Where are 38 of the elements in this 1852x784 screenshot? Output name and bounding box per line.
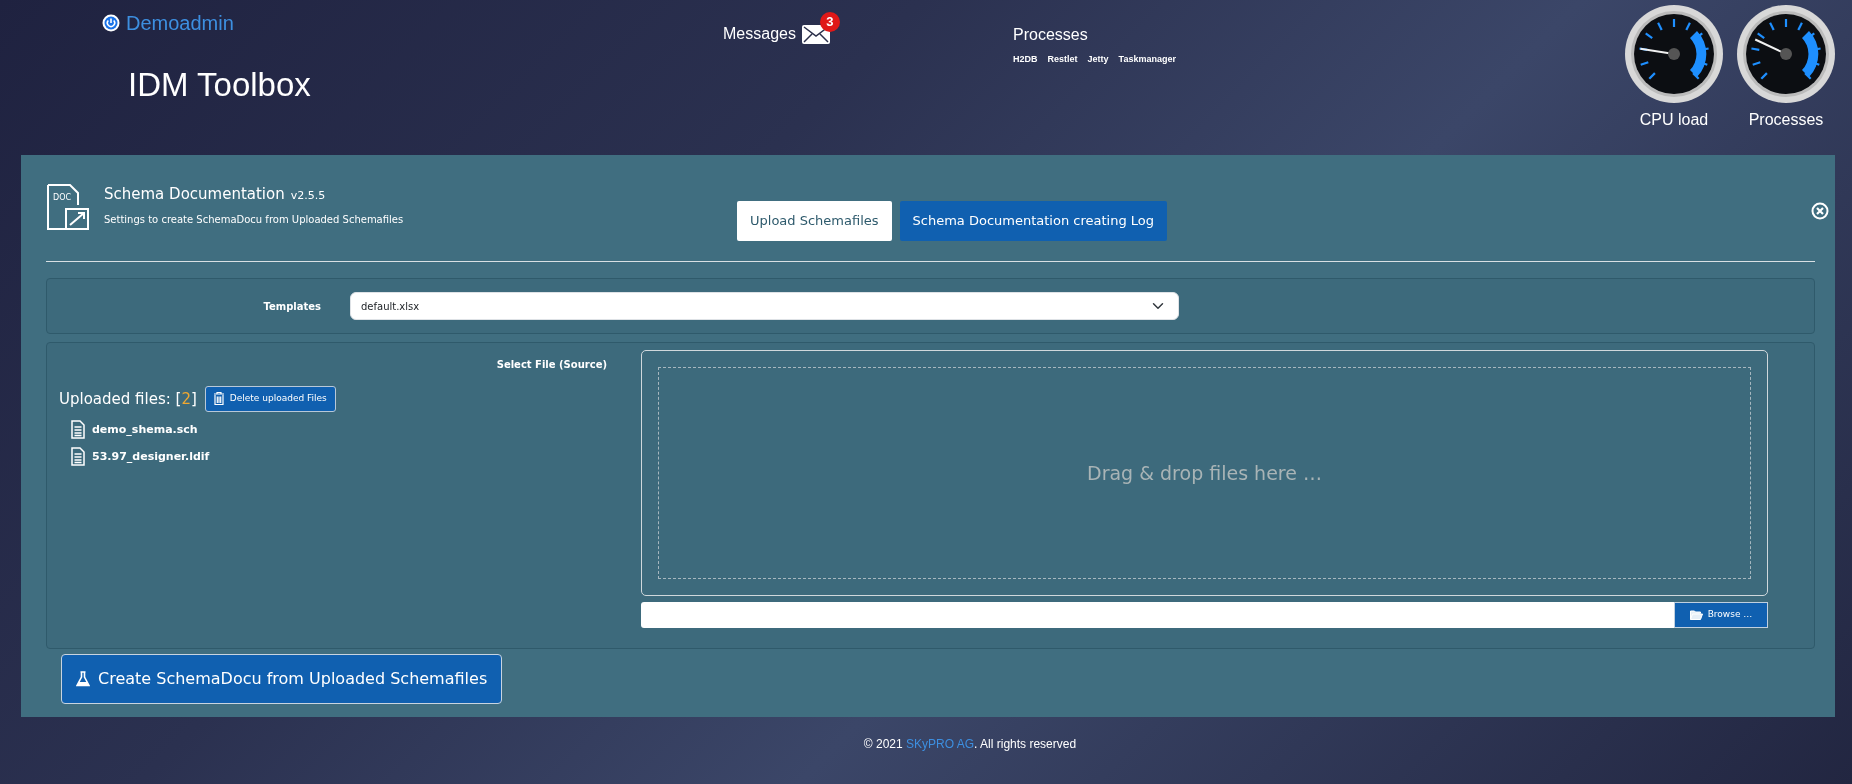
process-link[interactable]: Taskmanager	[1118, 53, 1176, 67]
file-icon	[71, 446, 85, 466]
power-icon	[102, 14, 120, 32]
envelope-icon[interactable]	[801, 25, 830, 45]
trash-icon	[213, 392, 224, 406]
gauge-icon	[1736, 4, 1836, 104]
gauge-label: Processes	[1748, 110, 1824, 130]
templates-select[interactable]: default.xlsx	[350, 292, 1179, 320]
process-link[interactable]: Restlet	[1047, 53, 1078, 67]
message-count-badge: 3	[819, 12, 840, 32]
gauge-icon	[1624, 4, 1724, 104]
file-name: demo_shema.sch	[92, 422, 198, 438]
select-file-label: Select File (Source)	[495, 358, 608, 372]
gauge-label: CPU load	[1639, 110, 1709, 130]
panel-subtitle: Settings to create SchemaDocu from Uploaded Schemafiles	[104, 212, 404, 227]
delete-uploaded-files-button[interactable]: Delete uploaded Files	[204, 386, 336, 412]
tab[interactable]: Upload Schemafiles	[737, 201, 892, 241]
browse-button[interactable]: Browse …	[1674, 602, 1768, 628]
templates-label: Templates	[262, 299, 321, 314]
folder-icon	[1689, 610, 1703, 620]
tab[interactable]: Schema Documentation creating Log	[899, 201, 1167, 241]
file-path-field[interactable]	[641, 602, 1674, 628]
panel-title-text: Schema Documentation	[104, 185, 285, 203]
processes-title: Processes	[1013, 25, 1089, 45]
file-name: 53.97_designer.ldif	[92, 449, 210, 465]
close-icon[interactable]	[1811, 202, 1829, 220]
process-link[interactable]: Jetty	[1087, 53, 1109, 67]
dropzone-text: Drag & drop files here …	[1087, 460, 1322, 486]
uploaded-files-heading: Uploaded files: [2]	[59, 388, 197, 410]
copyright-text: © 2021 SKyPRO AG. All rights reserved	[862, 736, 1078, 753]
file-icon	[71, 419, 85, 439]
app-title: IDM Toolbox	[128, 65, 311, 105]
version-label: v2.5.5	[290, 189, 326, 202]
user-link[interactable]: Demoadmin	[102, 8, 311, 38]
messages-label: Messages	[723, 24, 796, 44]
create-schemadocu-button[interactable]: Create SchemaDocu from Uploaded Schemafiles	[61, 654, 503, 704]
process-link[interactable]: H2DB	[1013, 53, 1038, 67]
flask-icon	[76, 671, 90, 687]
